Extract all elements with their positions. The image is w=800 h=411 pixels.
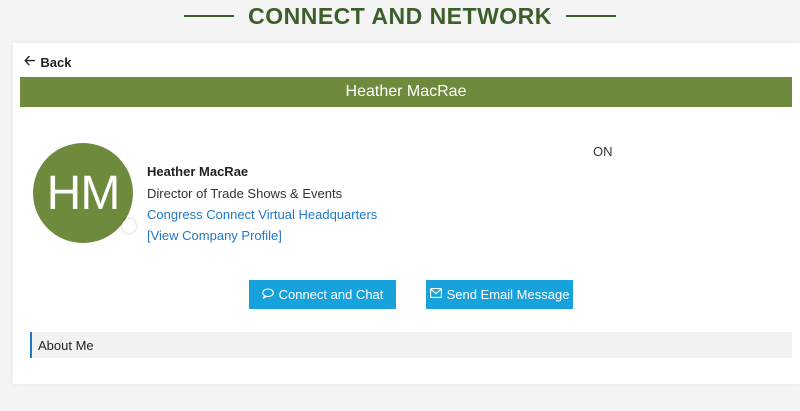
back-label: Back (40, 54, 72, 70)
chat-bubble-icon (261, 287, 274, 302)
envelope-icon (429, 288, 442, 301)
back-link[interactable]: 🡠 Back (24, 52, 72, 71)
avatar-initials: HM (46, 166, 121, 220)
profile-name: Heather MacRae (147, 164, 249, 179)
page-title: CONNECT AND NETWORK (248, 2, 552, 29)
page-heading: CONNECT AND NETWORK (0, 0, 800, 32)
profile-job-title: Director of Trade Shows & Events (147, 186, 343, 201)
about-me-section[interactable]: About Me (30, 332, 792, 358)
avatar: HM (33, 143, 133, 243)
connect-and-chat-button[interactable]: Connect and Chat (249, 280, 396, 309)
send-email-label: Send Email Message (446, 287, 570, 302)
presence-indicator (122, 219, 136, 233)
heading-rule-left (184, 15, 235, 17)
profile-header-name: Heather MacRae (345, 83, 467, 100)
about-me-label: About Me (38, 337, 94, 353)
connect-and-chat-label: Connect and Chat (278, 287, 384, 302)
online-status: ON (593, 144, 613, 159)
profile-info: Heather MacRae Director of Trade Shows &… (147, 163, 377, 245)
profile-name-bar: Heather MacRae (20, 77, 792, 107)
company-link[interactable]: Congress Connect Virtual Headquarters (147, 206, 377, 224)
arrow-left-icon: 🡠 (24, 52, 36, 68)
send-email-button[interactable]: Send Email Message (426, 280, 573, 309)
view-company-profile-link[interactable]: [View Company Profile] (147, 227, 377, 245)
heading-rule-right (565, 15, 616, 17)
